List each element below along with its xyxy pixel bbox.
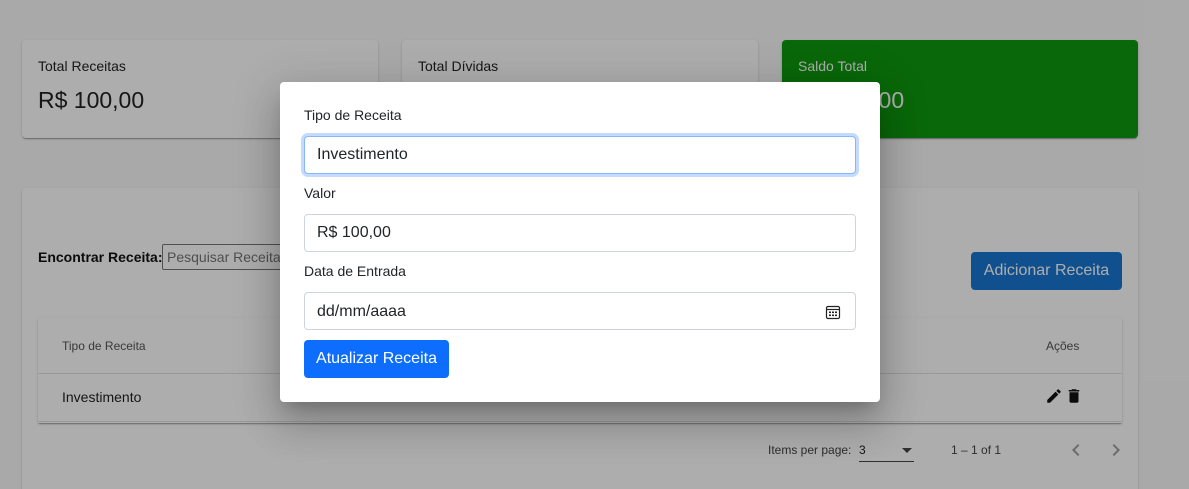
date-placeholder: dd/mm/aaaa <box>317 303 406 320</box>
data-entrada-input[interactable]: dd/mm/aaaa <box>304 292 856 330</box>
dashboard-page: Total Receitas R$ 100,00 Total Dívidas S… <box>0 0 1189 489</box>
data-entrada-label: Data de Entrada <box>304 263 406 279</box>
calendar-icon[interactable] <box>825 304 841 320</box>
tipo-receita-label: Tipo de Receita <box>304 107 402 123</box>
valor-input[interactable] <box>304 214 856 252</box>
tipo-receita-input[interactable] <box>304 136 856 174</box>
valor-label: Valor <box>304 185 336 201</box>
edit-receita-dialog: Tipo de Receita Valor Data de Entrada dd… <box>280 82 880 402</box>
atualizar-receita-button[interactable]: Atualizar Receita <box>304 340 449 378</box>
